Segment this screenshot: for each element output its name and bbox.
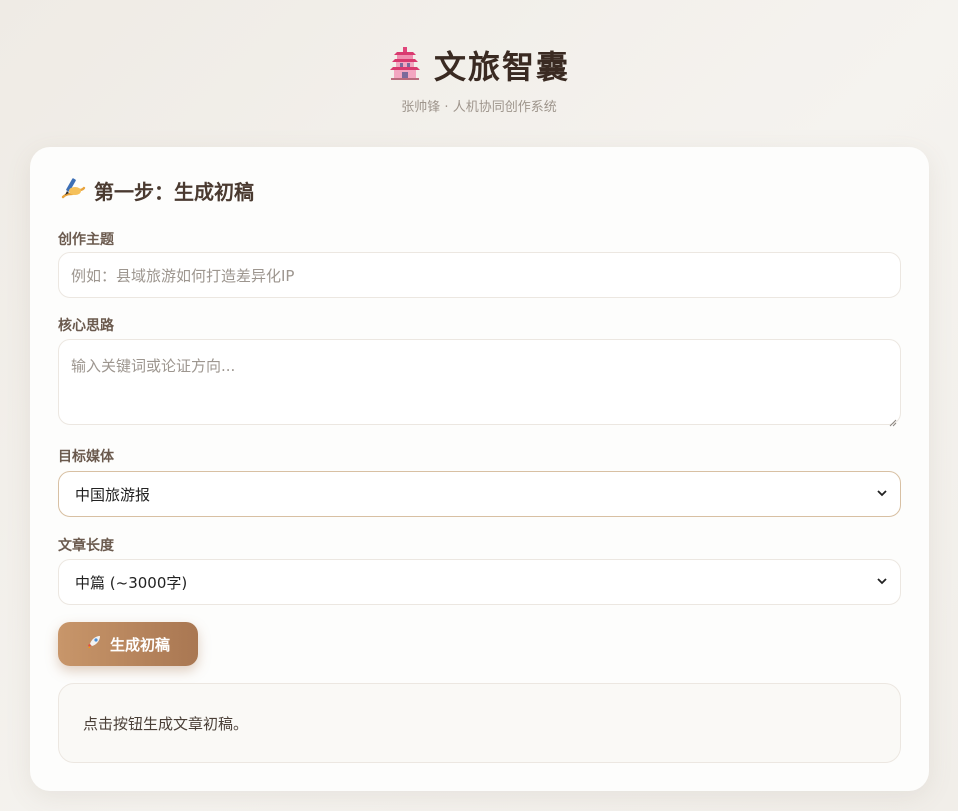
generate-draft-button[interactable]: 生成初稿 bbox=[58, 622, 198, 666]
writing-hand-icon bbox=[60, 175, 86, 206]
media-select[interactable]: 中国旅游报 bbox=[58, 471, 901, 517]
length-selected-value: 中篇 (~3000字) bbox=[75, 573, 188, 592]
chevron-down-icon bbox=[876, 485, 888, 503]
idea-textarea[interactable]: 输入关键词或论证方向... bbox=[58, 339, 901, 427]
resize-handle-icon[interactable] bbox=[889, 413, 897, 427]
chevron-down-icon bbox=[876, 573, 888, 591]
app-title: 文旅智囊 bbox=[433, 48, 570, 86]
length-select[interactable]: 中篇 (~3000字) bbox=[58, 559, 901, 605]
topic-placeholder: 例如：县域旅游如何打造差异化IP bbox=[71, 266, 295, 285]
topic-label: 创作主题 bbox=[58, 232, 114, 248]
topic-input[interactable]: 例如：县域旅游如何打造差异化IP bbox=[58, 252, 901, 298]
idea-label: 核心思路 bbox=[58, 318, 114, 334]
length-label: 文章长度 bbox=[58, 538, 114, 554]
app-header: 文旅智囊 张帅锋 · 人机协同创作系统 bbox=[0, 40, 958, 115]
section-title: 第一步：生成初稿 bbox=[60, 175, 254, 206]
app-subtitle: 张帅锋 · 人机协同创作系统 bbox=[401, 100, 557, 115]
media-label: 目标媒体 bbox=[58, 449, 114, 465]
section-title-text: 第一步：生成初稿 bbox=[94, 180, 254, 204]
generate-button-label: 生成初稿 bbox=[109, 635, 170, 654]
step1-card: 第一步：生成初稿 创作主题 例如：县域旅游如何打造差异化IP 核心思路 输入关键… bbox=[30, 147, 929, 791]
rocket-icon bbox=[86, 634, 102, 654]
idea-placeholder: 输入关键词或论证方向... bbox=[71, 357, 236, 375]
title-row: 文旅智囊 bbox=[0, 40, 958, 90]
draft-output-text: 点击按钮生成文章初稿。 bbox=[83, 714, 249, 733]
media-selected-value: 中国旅游报 bbox=[75, 485, 151, 504]
draft-output-box: 点击按钮生成文章初稿。 bbox=[58, 683, 901, 763]
pagoda-icon bbox=[388, 46, 422, 84]
